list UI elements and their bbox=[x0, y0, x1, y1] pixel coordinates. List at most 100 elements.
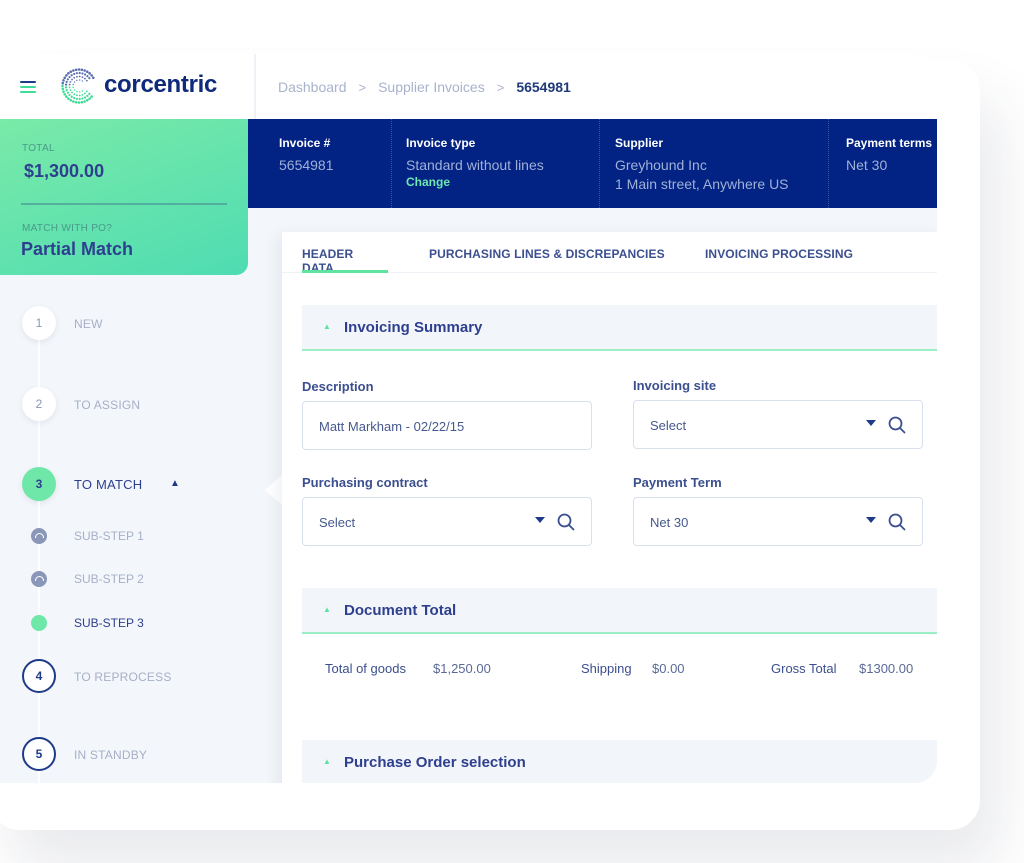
tab-purchasing-lines[interactable]: PURCHASING LINES & DISCREPANCIES bbox=[429, 247, 665, 261]
logo-dot bbox=[90, 74, 93, 77]
logo-dot bbox=[74, 68, 78, 72]
shipping-label: Shipping bbox=[581, 661, 632, 676]
purchasing-contract-value: Select bbox=[319, 515, 356, 530]
logo-dot bbox=[75, 94, 78, 97]
match-label: MATCH WITH PO? bbox=[22, 223, 113, 234]
breadcrumb-current: 5654981 bbox=[516, 79, 571, 95]
logo-dot bbox=[68, 75, 71, 79]
payment-terms-label: Payment terms bbox=[846, 136, 933, 150]
logo-dot bbox=[72, 100, 75, 103]
payment-terms-column: Payment terms Net 30 bbox=[829, 119, 937, 208]
logo-dot bbox=[75, 72, 78, 75]
change-invoice-type-link[interactable]: Change bbox=[406, 175, 599, 189]
logo-dot bbox=[90, 95, 93, 98]
logo-dot bbox=[64, 86, 68, 89]
substep-label: SUB-STEP 1 bbox=[74, 529, 144, 543]
search-icon[interactable] bbox=[888, 416, 906, 434]
step-label: TO REPROCESS bbox=[74, 670, 172, 684]
tab-header-data[interactable]: HEADER DATA bbox=[302, 247, 388, 275]
collapse-triangle-icon: ▲ bbox=[323, 605, 331, 614]
logo-dot bbox=[67, 97, 70, 100]
logo-dot bbox=[83, 100, 86, 103]
payment-term-label: Payment Term bbox=[633, 475, 722, 490]
logo-dot bbox=[81, 80, 84, 82]
invoicing-site-label: Invoicing site bbox=[633, 378, 717, 393]
logo-dot bbox=[85, 90, 88, 93]
tab-invoicing-processing[interactable]: INVOICING PROCESSING bbox=[705, 247, 853, 261]
logo-dot bbox=[68, 83, 71, 86]
logo-dot bbox=[63, 92, 67, 96]
purchasing-contract-label: Purchasing contract bbox=[302, 475, 428, 490]
payment-term-value: Net 30 bbox=[650, 515, 689, 530]
step-number: 1 bbox=[22, 306, 56, 340]
invoice-type-label: Invoice type bbox=[406, 136, 476, 150]
dropdown-arrow-icon[interactable] bbox=[535, 517, 545, 523]
logo-dot bbox=[88, 97, 91, 100]
step-number: 4 bbox=[22, 659, 56, 693]
logo-dot bbox=[74, 100, 78, 104]
invoice-type-value: Standard without lines bbox=[406, 157, 544, 173]
document-totals-row: Total of goods $1,250.00 Shipping $0.00 … bbox=[282, 661, 937, 681]
substep-current-icon bbox=[31, 615, 47, 631]
logo-dot bbox=[79, 91, 81, 93]
logo-dot bbox=[81, 93, 84, 96]
step-to-match[interactable]: 3 TO MATCH ▲ bbox=[0, 465, 240, 505]
logo-dot bbox=[81, 97, 84, 100]
logo-dot bbox=[80, 68, 84, 72]
summary-divider bbox=[21, 203, 227, 205]
substep-1[interactable]: SUB-STEP 1 bbox=[0, 524, 240, 548]
description-input[interactable]: Matt Markham - 02/22/15 bbox=[302, 401, 592, 450]
logo-dot bbox=[61, 81, 65, 85]
gross-total-label: Gross Total bbox=[771, 661, 837, 676]
supplier-address: 1 Main street, Anywhere US bbox=[615, 176, 789, 192]
logo-dot bbox=[78, 71, 81, 75]
invoice-type-column: Invoice type Standard without lines Chan… bbox=[392, 119, 600, 208]
payment-term-select[interactable]: Net 30 bbox=[633, 497, 923, 546]
logo-dot bbox=[65, 95, 68, 98]
breadcrumb-dashboard[interactable]: Dashboard bbox=[278, 79, 347, 95]
total-of-goods-value: $1,250.00 bbox=[433, 661, 491, 676]
logo-dot bbox=[88, 92, 91, 95]
step-in-standby[interactable]: 5 IN STANDBY bbox=[0, 735, 240, 775]
search-icon[interactable] bbox=[557, 513, 575, 531]
purchase-order-selection-header[interactable]: ▲ Purchase Order selection bbox=[302, 740, 937, 783]
description-value: Matt Markham - 02/22/15 bbox=[319, 419, 465, 434]
invoice-number-label: Invoice # bbox=[279, 136, 331, 150]
invoicing-site-select[interactable]: Select bbox=[633, 400, 923, 449]
substep-done-icon bbox=[31, 528, 47, 544]
logo-dot bbox=[72, 86, 74, 89]
purchasing-contract-select[interactable]: Select bbox=[302, 497, 592, 546]
logo-dot bbox=[85, 79, 88, 82]
search-icon[interactable] bbox=[888, 513, 906, 531]
header-data-content: ▲ Invoicing Summary Description Matt Mar… bbox=[282, 273, 937, 783]
supplier-name: Greyhound Inc bbox=[615, 157, 707, 173]
breadcrumb-supplier-invoices[interactable]: Supplier Invoices bbox=[378, 79, 485, 95]
dropdown-arrow-icon[interactable] bbox=[866, 420, 876, 426]
logo-dot bbox=[83, 73, 87, 76]
collapse-caret-icon[interactable]: ▲ bbox=[170, 478, 180, 489]
substep-3[interactable]: SUB-STEP 3 bbox=[0, 611, 240, 635]
logo-dot bbox=[70, 95, 73, 98]
match-value: Partial Match bbox=[21, 239, 134, 259]
logo-dot bbox=[81, 72, 84, 75]
app-window: corcentric Dashboard > Supplier Invoices… bbox=[0, 54, 937, 783]
document-total-header[interactable]: ▲ Document Total bbox=[302, 588, 937, 634]
logo-dot bbox=[65, 80, 68, 83]
step-to-assign[interactable]: 2 TO ASSIGN bbox=[0, 385, 240, 425]
logo-dot bbox=[69, 70, 73, 74]
invoicing-summary-header[interactable]: ▲ Invoicing Summary bbox=[302, 305, 937, 351]
logo-dot bbox=[84, 77, 86, 80]
step-new[interactable]: 1 NEW bbox=[0, 304, 240, 344]
dropdown-arrow-icon[interactable] bbox=[866, 517, 876, 523]
logo-dot bbox=[91, 76, 95, 80]
logo-dot bbox=[85, 70, 89, 74]
step-to-reprocess[interactable]: 4 TO REPROCESS bbox=[0, 657, 240, 697]
logo-dot bbox=[73, 81, 76, 83]
substep-2[interactable]: SUB-STEP 2 bbox=[0, 567, 240, 591]
corcentric-logo-icon bbox=[61, 68, 95, 104]
logo-dot bbox=[63, 76, 67, 80]
logo-dot bbox=[88, 77, 91, 80]
logo-dot bbox=[76, 79, 78, 82]
logo-dot bbox=[81, 90, 84, 92]
hamburger-menu-icon[interactable] bbox=[20, 81, 36, 93]
